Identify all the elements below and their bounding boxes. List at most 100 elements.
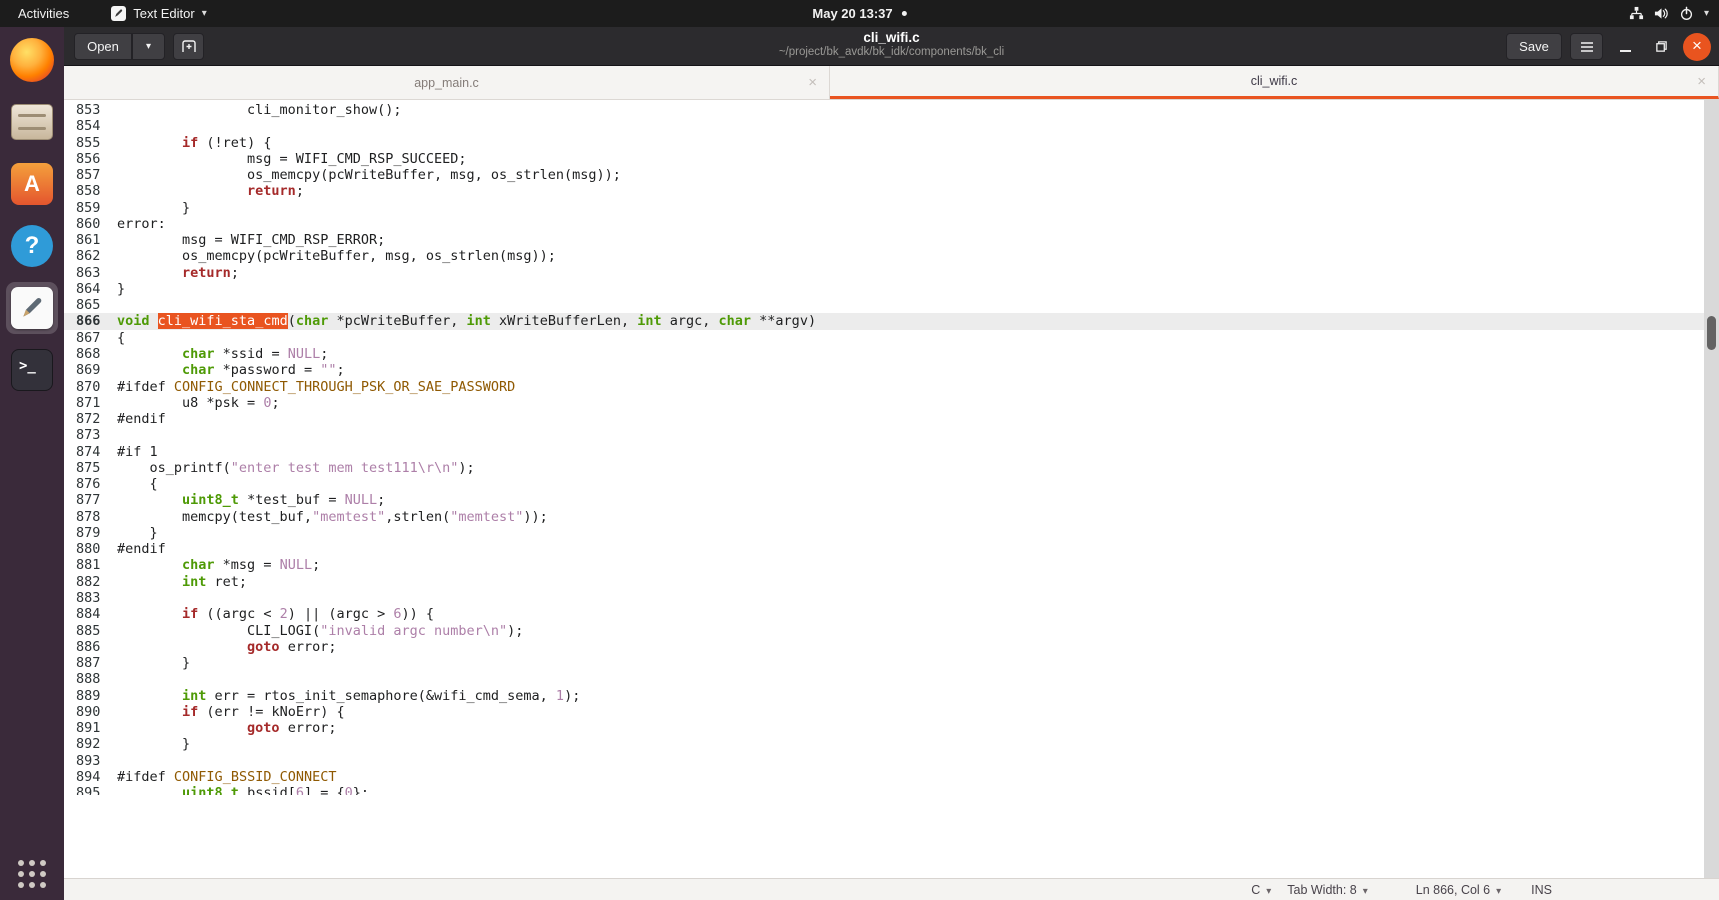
- line-number: 883: [76, 590, 100, 606]
- code-text: }: [117, 655, 190, 671]
- pencil-icon: [114, 9, 123, 18]
- code-line[interactable]: 890 if (err != kNoErr) {: [64, 704, 1719, 720]
- notification-dot-icon: [902, 11, 907, 16]
- code-line[interactable]: 861 msg = WIFI_CMD_RSP_ERROR;: [64, 232, 1719, 248]
- code-line[interactable]: 893: [64, 753, 1719, 769]
- code-line[interactable]: 868 char *ssid = NULL;: [64, 346, 1719, 362]
- code-text: }: [117, 281, 125, 297]
- dock-item-help[interactable]: [6, 220, 58, 272]
- code-line[interactable]: 871 u8 *psk = 0;: [64, 395, 1719, 411]
- code-line[interactable]: 875 os_printf("enter test mem test111\r\…: [64, 460, 1719, 476]
- code-line[interactable]: 867{: [64, 330, 1719, 346]
- tab-app-main[interactable]: app_main.c ×: [64, 66, 830, 99]
- app-menu-button[interactable]: Text Editor ▾: [111, 0, 206, 27]
- code-line[interactable]: 856 msg = WIFI_CMD_RSP_SUCCEED;: [64, 151, 1719, 167]
- code-line[interactable]: 860error:: [64, 216, 1719, 232]
- code-text: }: [117, 736, 190, 752]
- code-line[interactable]: 857 os_memcpy(pcWriteBuffer, msg, os_str…: [64, 167, 1719, 183]
- code-line[interactable]: 879 }: [64, 525, 1719, 541]
- close-icon[interactable]: ×: [808, 74, 817, 91]
- dock-item-ubuntu-software[interactable]: [6, 158, 58, 210]
- code-line[interactable]: 892 }: [64, 736, 1719, 752]
- code-line[interactable]: 887 }: [64, 655, 1719, 671]
- code-line[interactable]: 882 int ret;: [64, 574, 1719, 590]
- code-line[interactable]: 855 if (!ret) {: [64, 135, 1719, 151]
- code-line[interactable]: 894#ifdef CONFIG_BSSID_CONNECT: [64, 769, 1719, 785]
- gnome-top-bar: Activities Text Editor ▾ May 20 13:37 ▾: [0, 0, 1719, 27]
- code-line[interactable]: 877 uint8_t *test_buf = NULL;: [64, 492, 1719, 508]
- code-text: goto error;: [117, 720, 336, 736]
- code-line[interactable]: 870#ifdef CONFIG_CONNECT_THROUGH_PSK_OR_…: [64, 379, 1719, 395]
- cursor-position-selector[interactable]: Ln 866, Col 6: [1416, 883, 1501, 897]
- line-number: 856: [76, 151, 100, 167]
- minimize-button[interactable]: [1611, 33, 1639, 61]
- line-number: 878: [76, 509, 100, 525]
- new-tab-button[interactable]: [173, 33, 204, 60]
- code-line[interactable]: 854: [64, 118, 1719, 134]
- code-line[interactable]: 885 CLI_LOGI("invalid argc number\n");: [64, 623, 1719, 639]
- save-button[interactable]: Save: [1506, 33, 1562, 60]
- code-line[interactable]: 869 char *password = "";: [64, 362, 1719, 378]
- dock-item-files[interactable]: [6, 96, 58, 148]
- close-button[interactable]: ×: [1683, 33, 1711, 61]
- code-line[interactable]: 884 if ((argc < 2) || (argc > 6)) {: [64, 606, 1719, 622]
- hamburger-icon: [1580, 41, 1594, 53]
- clock-button[interactable]: May 20 13:37: [812, 0, 906, 27]
- code-text: os_printf("enter test mem test111\r\n");: [117, 460, 475, 476]
- code-line[interactable]: 866void cli_wifi_sta_cmd(char *pcWriteBu…: [64, 313, 1719, 329]
- code-line[interactable]: 862 os_memcpy(pcWriteBuffer, msg, os_str…: [64, 248, 1719, 264]
- open-dropdown-button[interactable]: ▾: [132, 33, 165, 60]
- show-applications-button[interactable]: [18, 860, 46, 888]
- insert-mode-label: INS: [1531, 883, 1552, 897]
- code-line[interactable]: 873: [64, 427, 1719, 443]
- code-line[interactable]: 889 int err = rtos_init_semaphore(&wifi_…: [64, 688, 1719, 704]
- code-line[interactable]: 865: [64, 297, 1719, 313]
- code-line[interactable]: 888: [64, 671, 1719, 687]
- header-bar: Open ▾ cli_wifi.c ~/project/bk_avdk/bk_i…: [64, 27, 1719, 66]
- tab-bar: app_main.c × cli_wifi.c ×: [64, 66, 1719, 100]
- dock-item-terminal[interactable]: [6, 344, 58, 396]
- tab-width-label: Tab Width: 8: [1287, 883, 1356, 897]
- scrollbar-thumb[interactable]: [1707, 316, 1716, 350]
- restore-button[interactable]: [1647, 33, 1675, 61]
- line-number: 881: [76, 557, 100, 573]
- tab-label: cli_wifi.c: [1251, 74, 1298, 88]
- code-line[interactable]: 886 goto error;: [64, 639, 1719, 655]
- code-line[interactable]: 864}: [64, 281, 1719, 297]
- code-line[interactable]: 874#if 1: [64, 444, 1719, 460]
- cursor-position-label: Ln 866, Col 6: [1416, 883, 1490, 897]
- code-line[interactable]: 881 char *msg = NULL;: [64, 557, 1719, 573]
- scrollbar-track[interactable]: [1704, 100, 1719, 878]
- code-line[interactable]: 872#endif: [64, 411, 1719, 427]
- editor-area[interactable]: 853 cli_monitor_show();854855 if (!ret) …: [64, 100, 1719, 878]
- menu-button[interactable]: [1570, 33, 1603, 60]
- dock-item-text-editor[interactable]: [6, 282, 58, 334]
- tab-cli-wifi[interactable]: cli_wifi.c ×: [830, 66, 1719, 99]
- insert-mode-indicator[interactable]: INS: [1531, 883, 1552, 897]
- code-line[interactable]: 863 return;: [64, 265, 1719, 281]
- system-status-area[interactable]: ▾: [1629, 0, 1709, 27]
- dock-item-firefox[interactable]: [6, 34, 58, 86]
- code-line[interactable]: 853 cli_monitor_show();: [64, 102, 1719, 118]
- code-text: char *ssid = NULL;: [117, 346, 328, 362]
- code-line[interactable]: 876 {: [64, 476, 1719, 492]
- code-line[interactable]: 895 uint8_t bssid[6] = {0};: [64, 785, 1719, 795]
- document-path: ~/project/bk_avdk/bk_idk/components/bk_c…: [779, 46, 1004, 58]
- close-icon[interactable]: ×: [1697, 73, 1706, 90]
- line-number: 872: [76, 411, 100, 427]
- code-line[interactable]: 880#endif: [64, 541, 1719, 557]
- network-icon: [1629, 6, 1644, 21]
- open-button[interactable]: Open: [74, 33, 132, 60]
- code-line[interactable]: 859 }: [64, 200, 1719, 216]
- code-text: #ifdef CONFIG_CONNECT_THROUGH_PSK_OR_SAE…: [117, 379, 515, 395]
- code-line[interactable]: 858 return;: [64, 183, 1719, 199]
- code-line[interactable]: 891 goto error;: [64, 720, 1719, 736]
- language-selector[interactable]: C: [1251, 883, 1271, 897]
- code-text: #endif: [117, 541, 166, 557]
- tab-width-selector[interactable]: Tab Width: 8: [1287, 883, 1368, 897]
- chevron-down-icon: [1496, 883, 1501, 897]
- code-line[interactable]: 878 memcpy(test_buf,"memtest",strlen("me…: [64, 509, 1719, 525]
- activities-button[interactable]: Activities: [0, 0, 87, 27]
- chevron-down-icon: ▾: [202, 8, 207, 19]
- code-line[interactable]: 883: [64, 590, 1719, 606]
